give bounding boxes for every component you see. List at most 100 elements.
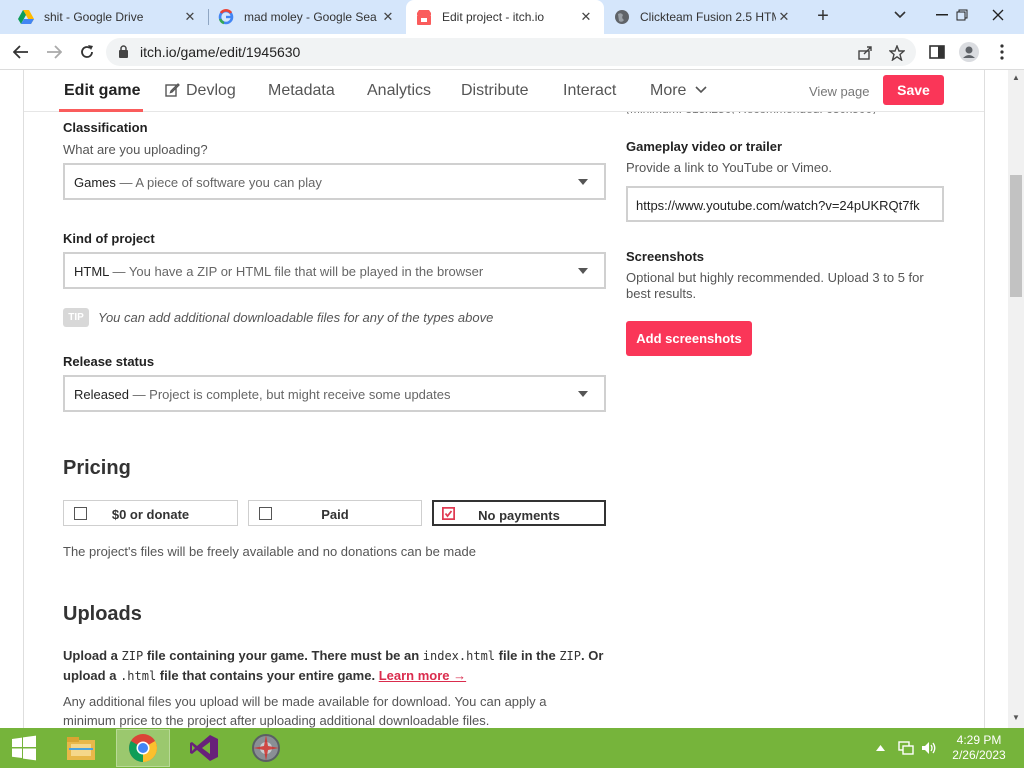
- save-button[interactable]: Save: [883, 75, 944, 105]
- volume-icon[interactable]: [921, 728, 937, 768]
- classification-label: Classification: [63, 120, 148, 135]
- video-label: Gameplay video or trailer: [626, 139, 783, 154]
- reload-icon[interactable]: [76, 41, 98, 63]
- add-screenshots-button[interactable]: Add screenshots: [626, 321, 752, 356]
- url-text: itch.io/game/edit/1945630: [140, 44, 301, 60]
- select-value: Released — Project is complete, but migh…: [74, 387, 451, 402]
- tab-devlog[interactable]: Devlog: [165, 82, 236, 100]
- visual-studio-icon[interactable]: [180, 729, 228, 767]
- chrome-icon[interactable]: [116, 729, 170, 767]
- close-tab-icon[interactable]: ✕: [380, 9, 396, 25]
- uploads-instructions-line1: Upload a ZIP file containing your game. …: [63, 648, 604, 663]
- windows-taskbar: 4:29 PM 2/26/2023: [0, 728, 1024, 768]
- address-bar: itch.io/game/edit/1945630: [0, 34, 1024, 70]
- release-label: Release status: [63, 354, 155, 369]
- kind-label: Kind of project: [63, 231, 155, 246]
- star-icon[interactable]: [888, 44, 906, 62]
- release-select[interactable]: Released — Project is complete, but migh…: [63, 375, 606, 412]
- tab-metadata[interactable]: Metadata: [268, 82, 335, 100]
- select-value: HTML — You have a ZIP or HTML file that …: [74, 264, 484, 279]
- tab-search-icon[interactable]: [882, 0, 918, 30]
- network-icon[interactable]: [898, 728, 914, 768]
- tab-analytics[interactable]: Analytics: [367, 82, 431, 100]
- back-arrow-icon[interactable]: [10, 41, 32, 63]
- classification-question: What are you uploading?: [63, 142, 208, 157]
- tab-title: Clickteam Fusion 2.5 HTM: [640, 10, 776, 24]
- pricing-option-donate[interactable]: $0 or donate: [63, 500, 238, 526]
- uploads-heading: Uploads: [63, 603, 142, 625]
- video-url-input[interactable]: https://www.youtube.com/watch?v=24pUKRQt…: [626, 186, 944, 222]
- scrollbar-thumb[interactable]: [1010, 175, 1022, 297]
- pricing-option-label: Paid: [321, 507, 349, 522]
- kebab-menu-icon[interactable]: [991, 41, 1013, 63]
- windows-start-icon[interactable]: [6, 729, 42, 767]
- side-panel-icon[interactable]: [926, 41, 948, 63]
- clock-date: 2/26/2023: [952, 748, 1006, 762]
- tab-google-drive[interactable]: shit - Google Drive ✕: [8, 0, 208, 34]
- tab-google-search[interactable]: mad moley - Google Sea ✕: [208, 0, 406, 34]
- screenshots-hint-line1: Optional but highly recommended. Upload …: [626, 270, 924, 285]
- uploads-instructions-line2: upload a .html file that contains your e…: [63, 668, 467, 683]
- tab-edit-game[interactable]: Edit game: [58, 82, 144, 112]
- close-tab-icon[interactable]: ✕: [578, 9, 594, 25]
- forward-arrow-icon[interactable]: [43, 41, 65, 63]
- pricing-option-paid[interactable]: Paid: [248, 500, 422, 526]
- chevron-down-icon: [578, 391, 588, 397]
- tab-edit-project[interactable]: Edit project - itch.io ✕: [406, 0, 604, 34]
- close-window-button[interactable]: [980, 0, 1016, 30]
- pricing-option-label: No payments: [478, 508, 560, 523]
- show-hidden-icons[interactable]: [876, 728, 885, 768]
- video-url-value: https://www.youtube.com/watch?v=24pUKRQt…: [636, 198, 920, 213]
- url-field[interactable]: itch.io/game/edit/1945630: [106, 38, 916, 66]
- itchio-icon: [416, 9, 432, 25]
- tab-title: shit - Google Drive: [44, 10, 144, 24]
- content-frame-right: [984, 70, 985, 728]
- tab-distribute[interactable]: Distribute: [461, 82, 529, 100]
- scroll-down-icon[interactable]: ▼: [1010, 712, 1022, 724]
- tab-interact[interactable]: Interact: [563, 82, 616, 100]
- lock-icon: [118, 45, 129, 63]
- chevron-down-icon: [695, 86, 707, 94]
- tip-text: You can add additional downloadable file…: [98, 310, 494, 325]
- tip-badge: TIP: [63, 308, 89, 327]
- tab-title: Edit project - itch.io: [442, 10, 545, 24]
- learn-more-link[interactable]: Learn more →: [379, 668, 466, 683]
- google-drive-icon: [18, 9, 34, 25]
- pricing-note: The project's files will be freely avail…: [63, 544, 476, 559]
- share-icon[interactable]: [856, 44, 874, 62]
- screenshots-label: Screenshots: [626, 249, 705, 264]
- browser-tab-bar: shit - Google Drive ✕ mad moley - Google…: [0, 0, 1024, 34]
- page-content: (Minimum: 315x250, Recommended: 630x500)…: [0, 70, 1024, 728]
- new-tab-button[interactable]: +: [812, 5, 834, 27]
- chevron-down-icon: [578, 179, 588, 185]
- close-tab-icon[interactable]: ✕: [776, 9, 792, 25]
- pricing-option-no-payments[interactable]: No payments: [432, 500, 606, 526]
- globe-icon: [614, 9, 630, 25]
- edit-pencil-icon: [165, 83, 180, 97]
- uploads-note-line1: Any additional files you upload will be …: [63, 694, 547, 709]
- scrollbar-track[interactable]: [1008, 70, 1024, 728]
- scroll-up-icon[interactable]: ▲: [1010, 72, 1022, 84]
- content-frame-left: [23, 70, 24, 728]
- clock-time: 4:29 PM: [956, 733, 1002, 747]
- uploads-note-line2: minimum price to the project after uploa…: [63, 713, 490, 728]
- kind-select[interactable]: HTML — You have a ZIP or HTML file that …: [63, 252, 606, 289]
- system-clock[interactable]: 4:29 PM 2/26/2023: [948, 733, 1010, 763]
- google-icon: [218, 9, 234, 25]
- restore-button[interactable]: [944, 0, 980, 30]
- view-page-link[interactable]: View page: [809, 84, 869, 99]
- tab-clickteam[interactable]: Clickteam Fusion 2.5 HTM ✕: [604, 0, 802, 34]
- pricing-heading: Pricing: [63, 457, 131, 479]
- pricing-option-label: $0 or donate: [111, 507, 190, 522]
- chevron-down-icon: [578, 268, 588, 274]
- clickteam-fusion-icon[interactable]: [240, 729, 292, 767]
- file-explorer-icon[interactable]: [58, 729, 104, 767]
- video-hint: Provide a link to YouTube or Vimeo.: [626, 160, 832, 175]
- close-tab-icon[interactable]: ✕: [182, 9, 198, 25]
- tab-title: mad moley - Google Sea: [244, 10, 377, 24]
- select-value: Games — A piece of software you can play: [74, 175, 322, 190]
- screenshots-hint-line2: best results.: [626, 286, 697, 301]
- profile-avatar-icon[interactable]: [958, 41, 980, 63]
- tab-more[interactable]: More: [650, 82, 707, 100]
- classification-select[interactable]: Games — A piece of software you can play: [63, 163, 606, 200]
